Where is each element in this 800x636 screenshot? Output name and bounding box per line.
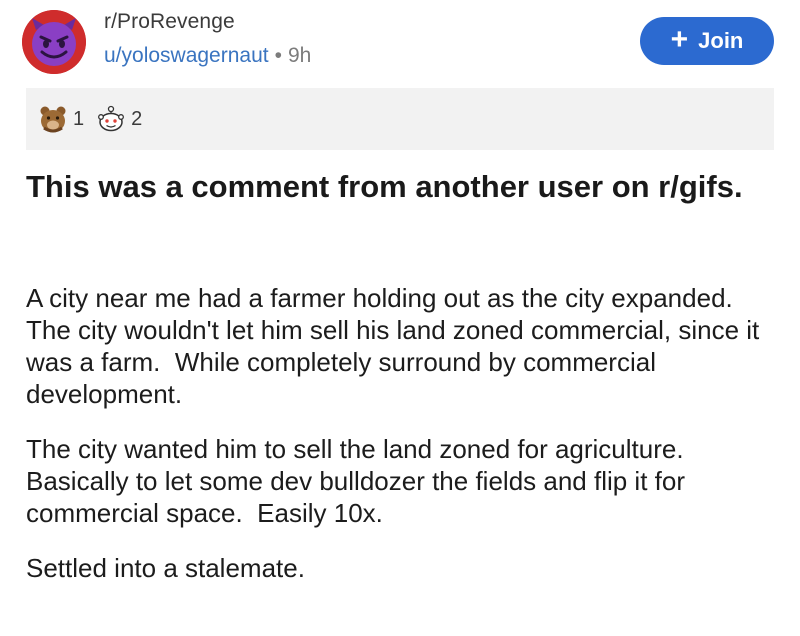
- subreddit-name[interactable]: r/ProRevenge: [104, 10, 235, 34]
- body-paragraph: The city wanted him to sell the land zon…: [26, 434, 699, 528]
- plus-icon: +: [670, 22, 689, 56]
- award-count: 1: [73, 107, 85, 130]
- post-meta: u/yoloswagernaut • 9h: [104, 44, 311, 68]
- wholesome-bear-award-icon: [40, 106, 66, 133]
- award-count: 2: [131, 107, 143, 130]
- post-title[interactable]: This was a comment from another user on …: [26, 166, 776, 207]
- award-silver[interactable]: 2: [96, 104, 142, 134]
- silver-snoo-award-icon: [98, 105, 125, 132]
- subreddit-avatar[interactable]: [22, 10, 86, 74]
- body-paragraph: A city near me had a farmer holding out …: [26, 283, 767, 409]
- join-label: Join: [698, 28, 744, 53]
- join-button[interactable]: + Join: [640, 17, 774, 65]
- post-body: A city near me had a farmer holding out …: [26, 282, 786, 607]
- body-paragraph: Settled into a stalemate.: [26, 553, 305, 583]
- post-header: r/ProRevenge u/yoloswagernaut • 9h + Join: [0, 0, 800, 84]
- post-age: 9h: [287, 44, 312, 67]
- meta-separator: •: [274, 44, 282, 67]
- devil-smiley-icon: [22, 10, 86, 74]
- award-wholesome[interactable]: 1: [38, 104, 84, 134]
- author-link[interactable]: u/yoloswagernaut: [104, 44, 269, 67]
- awards-bar: 1 2: [26, 88, 774, 150]
